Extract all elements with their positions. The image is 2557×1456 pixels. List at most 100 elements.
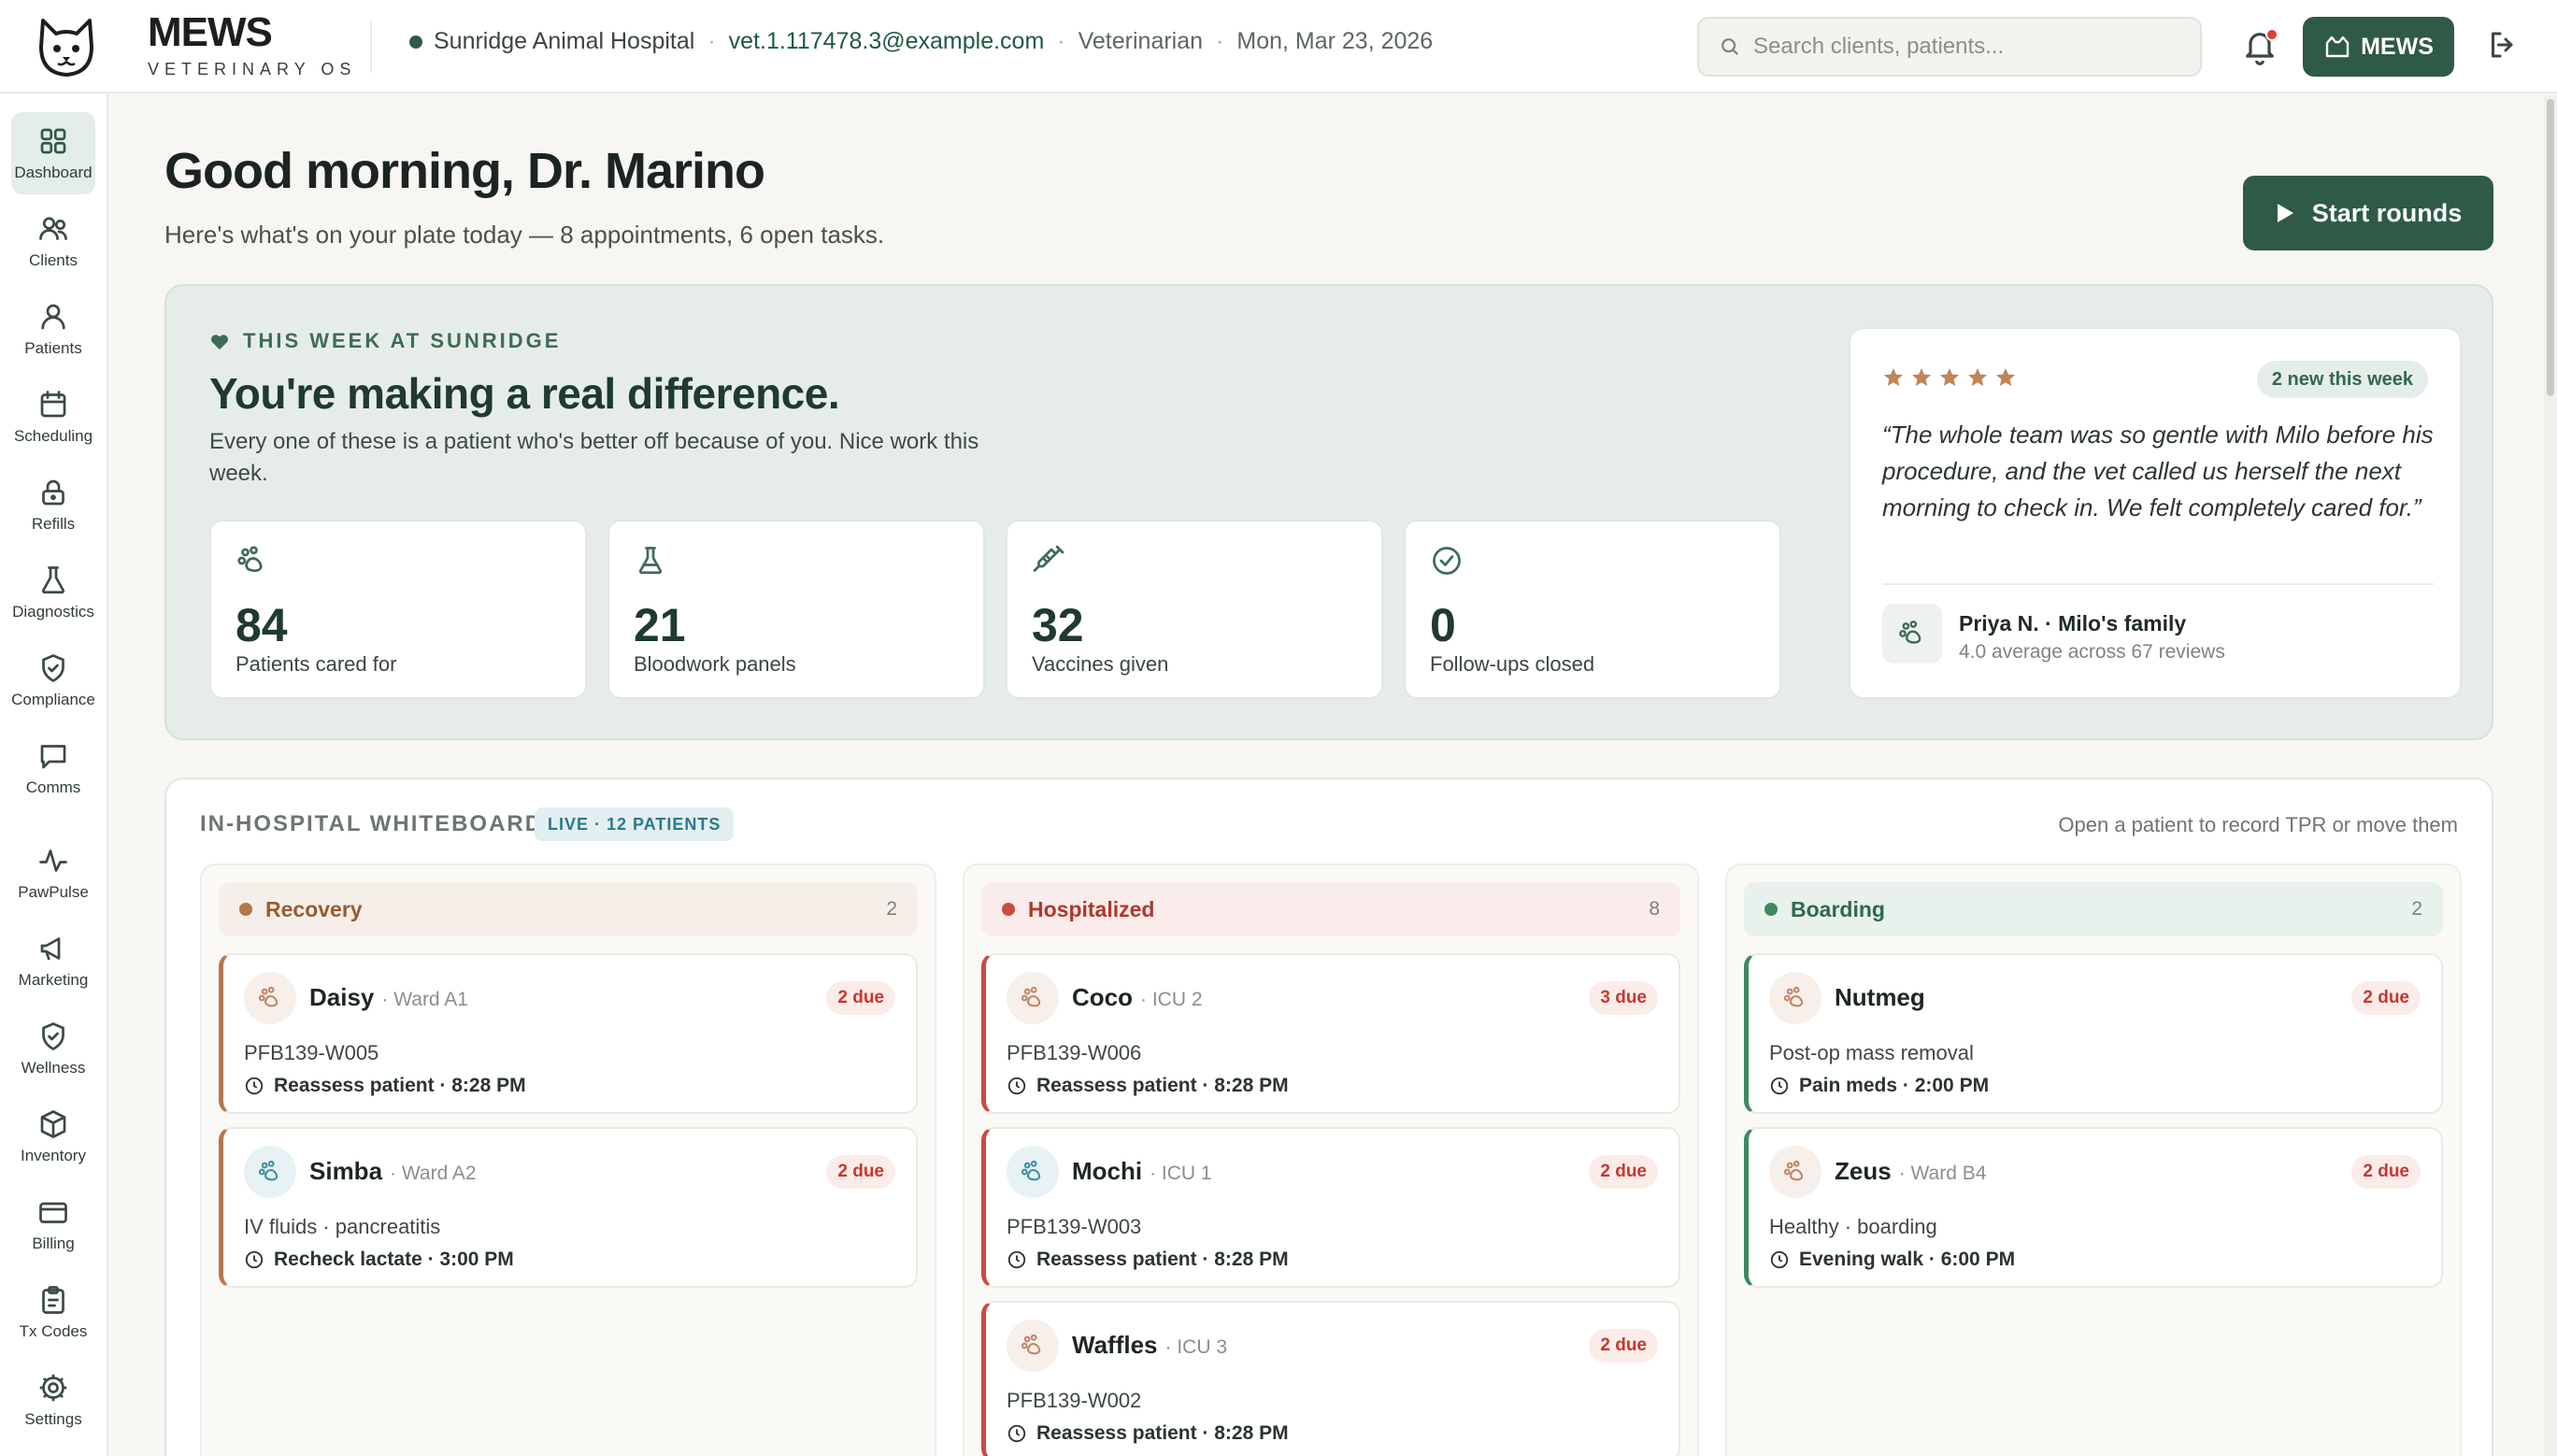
brand: MEWS VETERINARY OS bbox=[148, 9, 356, 79]
sidebar-item-refills[interactable]: Refills bbox=[11, 464, 95, 546]
next-task-text: Reassess patient · 8:28 PM bbox=[1036, 1422, 1289, 1444]
logout-icon[interactable] bbox=[2486, 28, 2523, 65]
whiteboard-hint: Open a patient to record TPR or move the… bbox=[2058, 813, 2458, 836]
box-icon bbox=[40, 1110, 66, 1138]
patient-description: PFB139-W003 bbox=[1007, 1215, 1142, 1238]
patient-location: · Ward A2 bbox=[390, 1163, 477, 1184]
next-task-text: Pain meds · 2:00 PM bbox=[1799, 1075, 1990, 1096]
patient-name: Coco · ICU 2 bbox=[1072, 983, 1203, 1012]
card-icon bbox=[39, 1202, 67, 1223]
patient-card[interactable]: Nutmeg 2 due Post-op mass removal Pain m… bbox=[1744, 953, 2443, 1114]
notifications-bell-icon[interactable] bbox=[2241, 26, 2280, 67]
sidebar-item-label: Settings bbox=[24, 1410, 82, 1428]
cat-logo-icon[interactable] bbox=[36, 15, 97, 80]
status-dot bbox=[1764, 903, 1778, 916]
due-badge: 2 due bbox=[1589, 1155, 1658, 1189]
main-content: Good morning, Dr. Marino Here's what's o… bbox=[110, 95, 2540, 1456]
paw-icon bbox=[1769, 1146, 1821, 1198]
page-scrollbar[interactable] bbox=[2544, 95, 2557, 1456]
section-kicker: THIS WEEK AT SUNRIDGE bbox=[209, 329, 561, 353]
sidebar-item-wellness[interactable]: Wellness bbox=[11, 1007, 95, 1090]
calendar-icon bbox=[40, 391, 66, 418]
next-task-text: Reassess patient · 8:28 PM bbox=[274, 1075, 526, 1096]
next-task: Recheck lactate · 3:00 PM bbox=[244, 1249, 514, 1271]
stat-value: 32 bbox=[1032, 599, 1084, 651]
patient-card[interactable]: Mochi · ICU 1 2 due PFB139-W003 Reassess … bbox=[981, 1127, 1680, 1288]
sidebar-item-billing[interactable]: Billing bbox=[11, 1183, 95, 1265]
stat-value: 0 bbox=[1430, 599, 1456, 651]
check-circle-icon bbox=[1430, 544, 1464, 578]
sidebar-item-diagnostics[interactable]: Diagnostics bbox=[11, 551, 95, 634]
session-context: Sunridge Animal Hospital · vet.1.117478.… bbox=[409, 28, 1433, 55]
star-rating bbox=[1882, 366, 2017, 389]
lock-icon bbox=[42, 479, 64, 506]
start-rounds-label: Start rounds bbox=[2311, 198, 2463, 227]
start-rounds-button[interactable]: Start rounds bbox=[2243, 176, 2493, 250]
patient-name: Zeus · Ward B4 bbox=[1835, 1157, 1986, 1186]
patient-description: PFB139-W006 bbox=[1007, 1041, 1142, 1064]
status-dot bbox=[239, 903, 252, 916]
clipboard-icon bbox=[42, 1286, 64, 1314]
sidebar-item-patients[interactable]: Patients bbox=[11, 288, 95, 370]
current-date: Mon, Mar 23, 2026 bbox=[1236, 28, 1434, 54]
top-bar: MEWS VETERINARY OS Sunridge Animal Hospi… bbox=[0, 0, 2557, 93]
patient-card[interactable]: Waffles · ICU 3 2 due PFB139-W002 Reasses… bbox=[981, 1301, 1680, 1456]
kicker-text: THIS WEEK AT SUNRIDGE bbox=[243, 329, 562, 352]
sidebar-item-clients[interactable]: Clients bbox=[11, 200, 95, 282]
patient-description: PFB139-W005 bbox=[244, 1041, 379, 1064]
column-recovery: Recovery 2 Daisy · Ward A1 2 due PFB139-W… bbox=[200, 864, 936, 1456]
column-name: Boarding bbox=[1791, 896, 1885, 921]
sidebar-item-pawpulse[interactable]: PawPulse bbox=[11, 832, 95, 914]
shield-check-icon bbox=[42, 654, 64, 682]
next-task-text: Evening walk · 6:00 PM bbox=[1799, 1249, 2016, 1270]
patient-card[interactable]: Coco · ICU 2 3 due PFB139-W006 Reassess p… bbox=[981, 953, 1680, 1114]
patient-location: · ICU 3 bbox=[1164, 1336, 1228, 1358]
sidebar-item-comms[interactable]: Comms bbox=[11, 727, 95, 809]
mews-assistant-button[interactable]: MEWS bbox=[2303, 17, 2454, 77]
next-task: Reassess patient · 8:28 PM bbox=[1007, 1249, 1289, 1271]
patient-location: · Ward A1 bbox=[381, 989, 468, 1010]
megaphone-icon bbox=[40, 937, 61, 961]
patient-description: Post-op mass removal bbox=[1769, 1041, 1974, 1064]
divider bbox=[1882, 583, 2434, 585]
review-card[interactable]: 2 new this week “The whole team was so g… bbox=[1849, 327, 2462, 699]
sidebar-item-compliance[interactable]: Compliance bbox=[11, 639, 95, 721]
patient-card[interactable]: Daisy · Ward A1 2 due PFB139-W005 Reasses… bbox=[219, 953, 918, 1114]
search-input[interactable] bbox=[1753, 34, 2164, 60]
sidebar-item-label: Wellness bbox=[21, 1059, 86, 1077]
search-box[interactable] bbox=[1697, 17, 2202, 77]
grid-icon bbox=[40, 128, 66, 154]
brand-tagline: VETERINARY OS bbox=[148, 60, 357, 79]
reviewer-name: Priya N. · Milo's family bbox=[1959, 611, 2187, 635]
patient-name: Waffles · ICU 3 bbox=[1072, 1331, 1227, 1360]
due-badge: 3 due bbox=[1589, 981, 1658, 1015]
sidebar-item-label: Refills bbox=[31, 515, 76, 533]
paw-icon bbox=[236, 544, 269, 578]
paw-icon bbox=[1882, 604, 1942, 664]
sidebar-item-tx-codes[interactable]: Tx Codes bbox=[11, 1271, 95, 1353]
page-title: Good morning, Dr. Marino bbox=[164, 143, 765, 199]
user-icon bbox=[41, 304, 65, 330]
patient-card[interactable]: Zeus · Ward B4 2 due Healthy · boarding E… bbox=[1744, 1127, 2443, 1288]
clock-icon bbox=[245, 1250, 264, 1269]
column-header: Boarding 2 bbox=[1744, 882, 2443, 936]
stat-label: Bloodwork panels bbox=[634, 652, 796, 676]
sidebar-item-marketing[interactable]: Marketing bbox=[11, 920, 95, 1002]
scrollbar-thumb[interactable] bbox=[2547, 99, 2554, 396]
sidebar-item-label: Dashboard bbox=[14, 164, 93, 181]
stat-card-patients: 84 Patients cared for bbox=[209, 520, 587, 699]
sidebar-item-scheduling[interactable]: Scheduling bbox=[11, 376, 95, 458]
next-task-text: Recheck lactate · 3:00 PM bbox=[274, 1249, 514, 1270]
sidebar-item-inventory[interactable]: Inventory bbox=[11, 1095, 95, 1178]
patient-card[interactable]: Simba · Ward A2 2 due IV fluids · pancrea… bbox=[219, 1127, 918, 1288]
column-name: Hospitalized bbox=[1028, 896, 1155, 921]
sidebar-item-settings[interactable]: Settings bbox=[11, 1359, 95, 1441]
column-count: 2 bbox=[886, 898, 897, 920]
sidebar-item-dashboard[interactable]: Dashboard bbox=[11, 112, 95, 194]
mews-button-label: MEWS bbox=[2361, 33, 2434, 60]
clock-icon bbox=[1770, 1250, 1789, 1269]
column-name: Recovery bbox=[265, 896, 363, 921]
clinic-name[interactable]: Sunridge Animal Hospital bbox=[434, 28, 694, 55]
patient-name: Daisy · Ward A1 bbox=[309, 983, 468, 1012]
patient-name-text: Simba bbox=[309, 1157, 383, 1185]
